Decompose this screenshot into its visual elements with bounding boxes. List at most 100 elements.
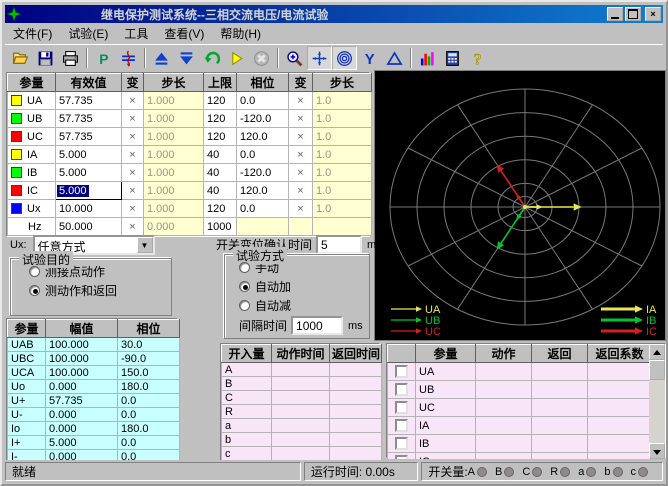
param-value-UC[interactable]: 57.735 [56, 128, 122, 146]
param-step2-UB[interactable]: 1.0 [313, 110, 372, 128]
confirm-time-input[interactable] [316, 235, 362, 254]
param-vary1-Ux[interactable]: × [122, 200, 144, 218]
param-step1-IC[interactable]: 1.000 [144, 182, 204, 200]
radio-row-auto-decrease[interactable]: 自动减 [239, 298, 369, 312]
step-down-button[interactable] [174, 46, 199, 70]
radio-row-action-return[interactable]: 测动作和返回 [29, 283, 171, 297]
param-vary1-IC[interactable]: × [122, 182, 144, 200]
param-vary1-UB[interactable]: × [122, 110, 144, 128]
fault-wave-button[interactable] [116, 46, 141, 70]
result-checkbox-UA[interactable] [395, 365, 408, 378]
param-phase-UA[interactable]: 0.0 [237, 92, 289, 110]
param-vary1-IB[interactable]: × [122, 164, 144, 182]
scroll-down-button[interactable] [649, 443, 665, 459]
save-button[interactable] [33, 46, 58, 70]
close-button[interactable]: × [645, 7, 661, 21]
open-file-button[interactable] [8, 46, 33, 70]
param-vary1-UA[interactable]: × [122, 92, 144, 110]
maximize-button[interactable] [625, 7, 641, 21]
step-up-button[interactable] [149, 46, 174, 70]
param-phase-UB[interactable]: -120.0 [237, 110, 289, 128]
param-limit-UC[interactable]: 120 [204, 128, 237, 146]
param-step1-IA[interactable]: 1.000 [144, 146, 204, 164]
param-vary2-UA[interactable]: × [289, 92, 313, 110]
param-vary2-IA[interactable]: × [289, 146, 313, 164]
scroll-track[interactable] [649, 380, 665, 443]
print-button[interactable] [58, 46, 83, 70]
param-step2-IA[interactable]: 1.0 [313, 146, 372, 164]
param-vary2-IC[interactable]: × [289, 182, 313, 200]
zoom-in-button[interactable] [282, 46, 307, 70]
param-step2-Hz[interactable] [313, 218, 372, 236]
param-vary2-UB[interactable]: × [289, 110, 313, 128]
param-step2-UC[interactable]: 1.0 [313, 128, 372, 146]
param-vary2-Hz[interactable] [289, 218, 313, 236]
radio-auto-increase[interactable] [239, 281, 250, 292]
bar-chart-button[interactable] [415, 46, 440, 70]
param-phase-Hz[interactable] [237, 218, 289, 236]
menu-item-5[interactable]: 帮助(H) [212, 23, 269, 44]
param-step2-UA[interactable]: 1.0 [313, 92, 372, 110]
param-limit-Hz[interactable]: 1000 [204, 218, 237, 236]
interval-input[interactable] [291, 316, 343, 335]
menu-item-2[interactable]: 试验(E) [60, 23, 116, 44]
radio-row-auto-increase[interactable]: 自动加 [239, 279, 369, 293]
radio-action-return[interactable] [29, 285, 40, 296]
radio-contact-action[interactable] [29, 266, 40, 277]
result-checkbox-UB[interactable] [395, 383, 408, 396]
param-value-UA[interactable]: 57.735 [56, 92, 122, 110]
param-limit-IA[interactable]: 40 [204, 146, 237, 164]
param-phase-Ux[interactable]: 0.0 [237, 200, 289, 218]
param-value-IB[interactable]: 5.000 [56, 164, 122, 182]
param-value-IA[interactable]: 5.000 [56, 146, 122, 164]
param-limit-IC[interactable]: 40 [204, 182, 237, 200]
param-vary1-IA[interactable]: × [122, 146, 144, 164]
radio-auto-decrease[interactable] [239, 300, 250, 311]
param-step1-IB[interactable]: 1.000 [144, 164, 204, 182]
radio-manual[interactable] [239, 262, 250, 273]
result-checkbox-IB[interactable] [395, 437, 408, 450]
param-step1-Ux[interactable]: 1.000 [144, 200, 204, 218]
param-limit-IB[interactable]: 40 [204, 164, 237, 182]
param-value-IC[interactable]: 5.000 [56, 182, 122, 200]
menu-item-3[interactable]: 工具 [116, 23, 156, 44]
param-step2-IC[interactable]: 1.0 [313, 182, 372, 200]
param-value-UB[interactable]: 57.735 [56, 110, 122, 128]
param-phase-IA[interactable]: 0.0 [237, 146, 289, 164]
param-phase-IB[interactable]: -120.0 [237, 164, 289, 182]
param-limit-UA[interactable]: 120 [204, 92, 237, 110]
result-checkbox-IC[interactable] [395, 455, 408, 459]
param-step1-Hz[interactable]: 0.000 [144, 218, 204, 236]
param-limit-UB[interactable]: 120 [204, 110, 237, 128]
result-checkbox-IA[interactable] [395, 419, 408, 432]
minimize-button[interactable] [607, 7, 623, 21]
param-step1-UC[interactable]: 1.000 [144, 128, 204, 146]
scroll-thumb[interactable] [649, 360, 665, 380]
param-phase-UC[interactable]: 120.0 [237, 128, 289, 146]
help-button[interactable]: ? [465, 46, 490, 70]
delta-connection-button[interactable] [382, 46, 407, 70]
y-connection-button[interactable]: Y [357, 46, 382, 70]
param-step1-UB[interactable]: 1.000 [144, 110, 204, 128]
undo-button[interactable] [199, 46, 224, 70]
menu-item-1[interactable]: 文件(F) [5, 23, 60, 44]
scroll-up-button[interactable] [649, 344, 665, 360]
menu-item-4[interactable]: 查看(V) [156, 23, 212, 44]
param-vary1-UC[interactable]: × [122, 128, 144, 146]
result-checkbox-UC[interactable] [395, 401, 408, 414]
letter-p-button[interactable]: P [91, 46, 116, 70]
calculator-button[interactable] [440, 46, 465, 70]
ux-dropdown-arrow-icon[interactable]: ▼ [137, 237, 153, 253]
result-scrollbar[interactable] [649, 344, 665, 459]
param-step1-UA[interactable]: 1.000 [144, 92, 204, 110]
axes-button[interactable] [307, 46, 332, 70]
param-value-Ux[interactable]: 10.000 [56, 200, 122, 218]
param-value-Hz[interactable]: 50.000 [56, 218, 122, 236]
param-vary2-UC[interactable]: × [289, 128, 313, 146]
param-step2-IB[interactable]: 1.0 [313, 164, 372, 182]
param-vary2-IB[interactable]: × [289, 164, 313, 182]
param-phase-IC[interactable]: 120.0 [237, 182, 289, 200]
polar-button[interactable] [332, 46, 357, 70]
start-button[interactable] [224, 46, 249, 70]
param-vary1-Hz[interactable]: × [122, 218, 144, 236]
